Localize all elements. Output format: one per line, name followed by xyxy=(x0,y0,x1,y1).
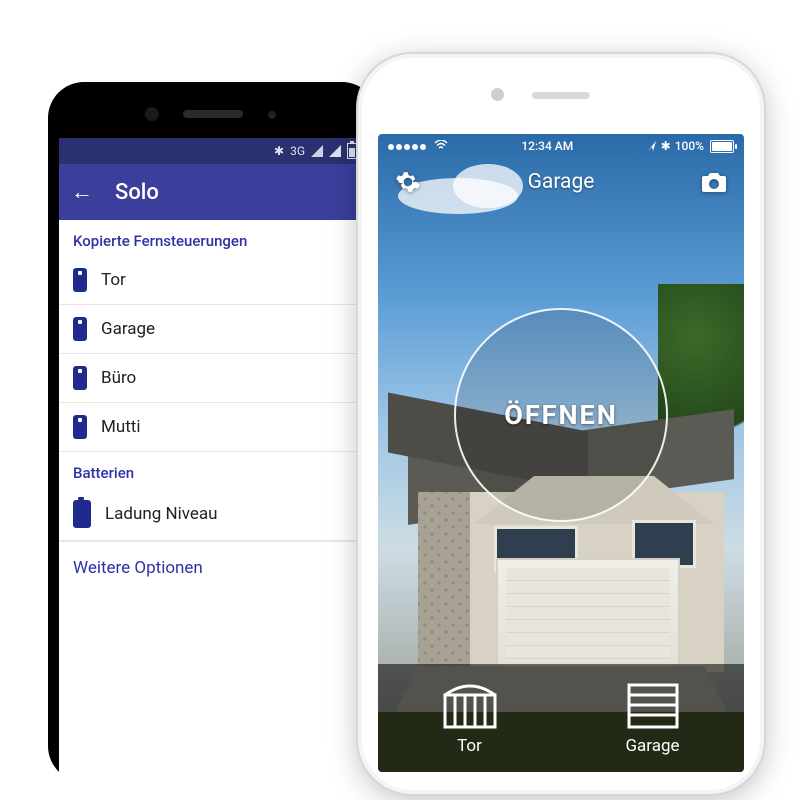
battery-pct: 100% xyxy=(675,139,704,153)
back-arrow-icon[interactable]: ← xyxy=(71,179,93,205)
ios-top-bar: Garage xyxy=(378,162,744,202)
screen-title: Solo xyxy=(115,180,159,205)
battery-icon xyxy=(347,143,357,159)
network-label: 3G xyxy=(290,144,305,158)
open-button-label: ÖFFNEN xyxy=(504,399,618,431)
tab-tor[interactable]: Tor xyxy=(378,664,561,772)
remote-item-mutti[interactable]: Mutti xyxy=(59,403,367,452)
remote-label: Tor xyxy=(101,270,126,290)
battery-icon xyxy=(710,140,734,153)
section-header-battery: Batterien xyxy=(59,452,367,488)
carrier-signal-icon xyxy=(388,139,448,153)
android-status-bar: ✱ 3G xyxy=(59,138,367,164)
status-time: 12:34 AM xyxy=(521,139,573,153)
battery-label: Ladung Niveau xyxy=(105,504,218,524)
remote-label: Mutti xyxy=(101,417,140,437)
bluetooth-icon: ✱ xyxy=(274,144,284,158)
gate-icon xyxy=(442,680,498,730)
iphone-camera-dot xyxy=(491,88,504,101)
iphone-speaker xyxy=(532,92,590,99)
android-screen: ✱ 3G ← Solo Kopierte Fernsteuerungen Tor… xyxy=(59,138,367,782)
remote-icon xyxy=(73,415,87,439)
open-door-button[interactable]: ÖFFNEN xyxy=(454,308,668,522)
ios-status-bar: 12:34 AM ✱ 100% xyxy=(378,134,744,158)
section-header-remotes: Kopierte Fernsteuerungen xyxy=(59,220,367,256)
tab-label: Garage xyxy=(625,736,679,756)
iphone-screen: 12:34 AM ✱ 100% Garage xyxy=(378,134,744,772)
camera-icon[interactable] xyxy=(700,168,728,196)
android-speaker xyxy=(183,110,243,118)
cell-icon xyxy=(329,145,341,157)
tab-garage[interactable]: Garage xyxy=(561,664,744,772)
more-options-link[interactable]: Weitere Optionen xyxy=(59,541,367,594)
remote-label: Büro xyxy=(101,368,136,388)
android-phone-frame: ✱ 3G ← Solo Kopierte Fernsteuerungen Tor… xyxy=(48,82,378,782)
signal-icon xyxy=(311,145,323,157)
android-action-bar: ← Solo xyxy=(59,164,367,220)
garage-door xyxy=(496,558,680,672)
location-icon xyxy=(647,140,657,152)
garage-door-icon xyxy=(625,680,681,730)
android-sensor xyxy=(268,111,276,119)
bluetooth-icon: ✱ xyxy=(661,139,671,153)
remote-icon xyxy=(73,366,87,390)
battery-level-item[interactable]: Ladung Niveau xyxy=(59,488,367,541)
more-options-label: Weitere Optionen xyxy=(73,558,203,578)
screen-title: Garage xyxy=(422,170,700,194)
remote-item-tor[interactable]: Tor xyxy=(59,256,367,305)
tab-label: Tor xyxy=(457,736,482,756)
iphone-frame: 12:34 AM ✱ 100% Garage xyxy=(358,54,764,794)
battery-full-icon xyxy=(73,500,91,528)
remote-item-buero[interactable]: Büro xyxy=(59,354,367,403)
remote-item-garage[interactable]: Garage xyxy=(59,305,367,354)
remote-icon xyxy=(73,268,87,292)
remote-icon xyxy=(73,317,87,341)
remote-label: Garage xyxy=(101,319,155,339)
iphone-inner: 12:34 AM ✱ 100% Garage xyxy=(362,58,760,790)
settings-gear-icon[interactable] xyxy=(394,168,422,196)
android-camera-dot xyxy=(145,107,159,121)
ios-tab-bar: Tor Garage xyxy=(378,664,744,772)
